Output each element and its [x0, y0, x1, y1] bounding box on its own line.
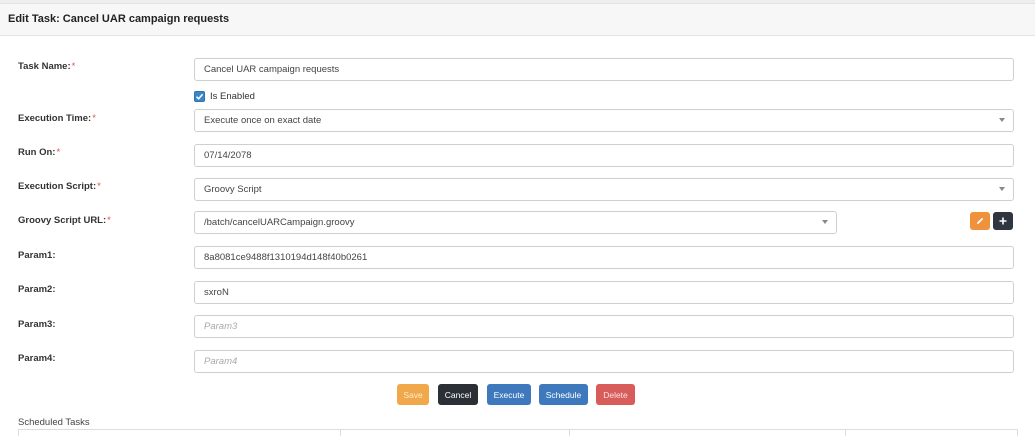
table-column — [570, 430, 846, 436]
table-column — [846, 430, 1017, 436]
param3-input[interactable]: Param3 — [194, 315, 1014, 338]
required-marker: * — [71, 61, 76, 72]
chevron-down-icon — [822, 220, 828, 224]
groovy-script-url-label: Groovy Script URL:* — [18, 215, 111, 226]
param2-label: Param2: — [18, 284, 56, 295]
schedule-button[interactable]: Schedule — [539, 384, 588, 405]
table-column — [19, 430, 341, 436]
required-marker: * — [92, 113, 96, 124]
cancel-button[interactable]: Cancel — [438, 384, 478, 405]
param1-label: Param1: — [18, 250, 56, 261]
execution-time-label: Execution Time:* — [18, 113, 96, 124]
execution-script-value: Groovy Script — [204, 184, 262, 195]
run-on-label: Run On:* — [18, 147, 60, 158]
execution-script-select[interactable]: Groovy Script — [194, 178, 1014, 201]
execution-time-label-text: Execution Time: — [18, 113, 92, 124]
task-name-label: Task Name:* — [18, 61, 75, 72]
table-column — [341, 430, 570, 436]
execution-time-select[interactable]: Execute once on exact date — [194, 109, 1014, 132]
task-name-input[interactable]: Cancel UAR campaign requests — [194, 58, 1014, 81]
chevron-down-icon — [999, 187, 1005, 191]
chevron-down-icon — [999, 118, 1005, 122]
required-marker: * — [97, 181, 101, 192]
is-enabled-label: Is Enabled — [210, 90, 255, 102]
plus-icon — [999, 217, 1007, 225]
param4-input[interactable]: Param4 — [194, 350, 1014, 373]
groovy-script-url-select[interactable]: /batch/cancelUARCampaign.groovy — [194, 211, 837, 234]
param3-label: Param3: — [18, 319, 56, 330]
groovy-script-url-value: /batch/cancelUARCampaign.groovy — [204, 217, 355, 228]
param4-label: Param4: — [18, 353, 56, 364]
groovy-script-url-label-text: Groovy Script URL: — [18, 215, 107, 226]
required-marker: * — [107, 215, 111, 226]
panel-header: Edit Task: Cancel UAR campaign requests — [0, 4, 1035, 36]
execution-time-value: Execute once on exact date — [204, 115, 322, 126]
add-script-button[interactable] — [993, 212, 1013, 230]
save-button[interactable]: Save — [397, 384, 429, 405]
is-enabled-row[interactable]: Is Enabled — [194, 90, 255, 102]
param2-input[interactable]: sxroN — [194, 281, 1014, 304]
scheduled-tasks-table — [18, 429, 1018, 436]
task-name-label-text: Task Name: — [18, 61, 71, 72]
param1-input[interactable]: 8a8081ce9488f1310194d148f40b0261 — [194, 246, 1014, 269]
edit-script-button[interactable] — [970, 212, 990, 230]
run-on-input[interactable]: 07/14/2078 — [194, 144, 1014, 167]
execute-button[interactable]: Execute — [487, 384, 531, 405]
page-title: Edit Task: Cancel UAR campaign requests — [8, 13, 230, 25]
pencil-icon — [977, 217, 984, 224]
required-marker: * — [56, 147, 61, 158]
execution-script-label-text: Execution Script: — [18, 181, 97, 192]
checkmark-icon — [195, 93, 204, 100]
is-enabled-checkbox[interactable] — [194, 90, 205, 102]
run-on-label-text: Run On: — [18, 147, 56, 158]
delete-button[interactable]: Delete — [596, 384, 635, 405]
scheduled-tasks-title: Scheduled Tasks — [18, 417, 90, 428]
execution-script-label: Execution Script:* — [18, 181, 101, 192]
